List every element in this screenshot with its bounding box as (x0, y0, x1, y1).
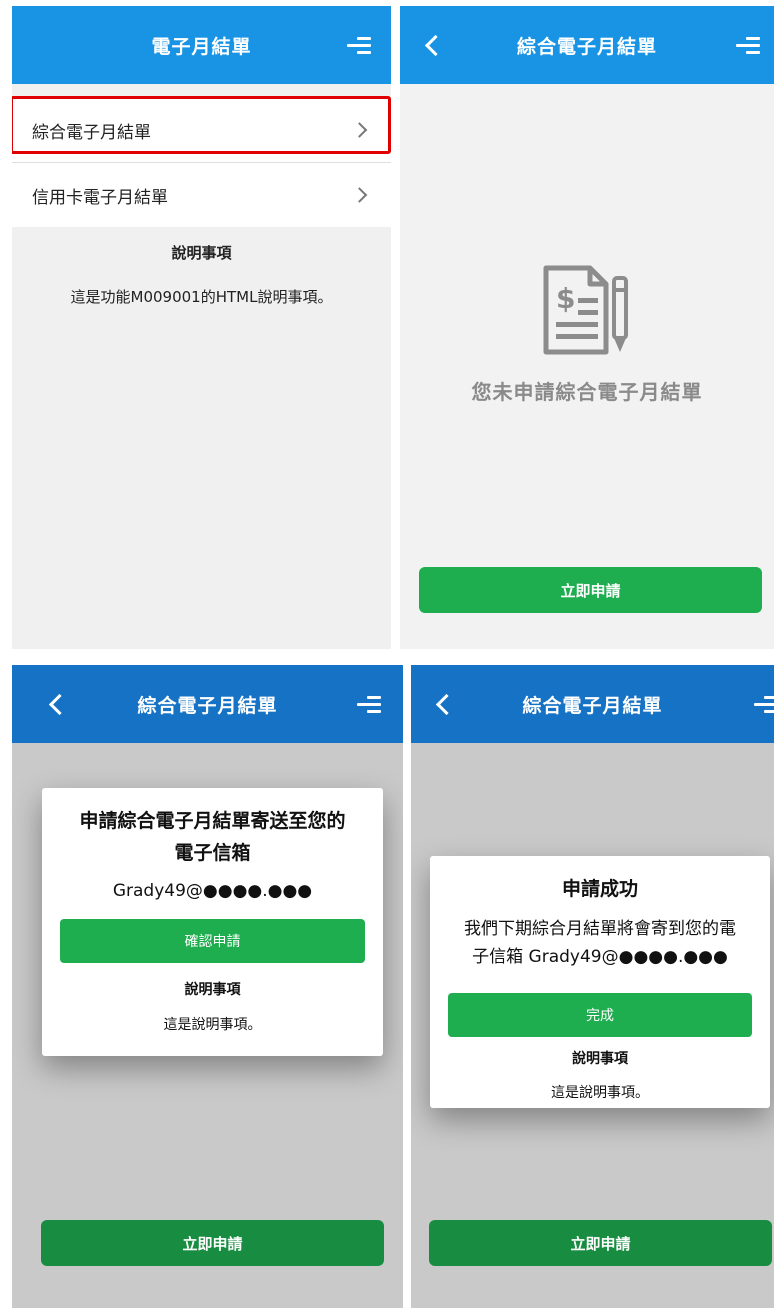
header-bar: 綜合電子月結單 (400, 6, 774, 84)
success-message-line1: 我們下期綜合月結單將會寄到您的電 (464, 919, 736, 939)
screen-statement-menu: 電子月結單 綜合電子月結單 信用卡電子月結單 說明事項 這是功能M009001的… (12, 6, 391, 649)
notes-title: 說明事項 (171, 244, 232, 262)
apply-now-button[interactable]: 立即申請 (419, 567, 762, 613)
apply-now-button[interactable]: 立即申請 (41, 1220, 384, 1266)
chevron-right-icon (351, 187, 368, 203)
menu-icon[interactable] (736, 35, 760, 55)
notes-text: 這是功能M009001的HTML說明事項。 (70, 288, 333, 306)
back-arrow-icon[interactable] (422, 32, 444, 58)
confirm-apply-button[interactable]: 確認申請 (60, 919, 365, 963)
confirm-dialog: 申請綜合電子月結單寄送至您的 電子信箱 Grady49@●●●●.●●● 確認申… (42, 788, 383, 1056)
dialog-title-line2: 電子信箱 (174, 842, 251, 864)
dialog-notes-title: 說明事項 (184, 982, 241, 998)
screen-confirm-dialog: 綜合電子月結單 申請綜合電子月結單寄送至您的 電子信箱 Grady49@●●●●… (12, 665, 403, 1308)
menu-icon[interactable] (357, 694, 381, 714)
dialog-notes-title: 說明事項 (572, 1051, 628, 1067)
list-item-credit-card-statement[interactable]: 信用卡電子月結單 (12, 163, 391, 227)
screen-empty-state: 綜合電子月結單 $ 您未申請綜合電子月結單 立即申請 (400, 6, 774, 649)
svg-text:$: $ (556, 282, 575, 315)
dialog-title-line1: 申請綜合電子月結單寄送至您的 (79, 810, 346, 832)
back-arrow-icon[interactable] (46, 691, 68, 717)
dialog-notes-text: 這是說明事項。 (551, 1085, 649, 1101)
done-button[interactable]: 完成 (448, 993, 752, 1037)
back-arrow-icon[interactable] (433, 691, 455, 717)
menu-icon[interactable] (754, 694, 774, 714)
selection-highlight (12, 96, 391, 154)
dialog-title: 申請成功 (561, 878, 638, 900)
header-bar: 綜合電子月結單 (411, 665, 774, 743)
page-title: 電子月結單 (151, 35, 252, 58)
dialog-notes-text: 這是說明事項。 (163, 1017, 262, 1033)
screen-success-dialog: 綜合電子月結單 申請成功 我們下期綜合月結單將會寄到您的電 子信箱 Grady4… (411, 665, 774, 1308)
page-title: 綜合電子月結單 (516, 35, 657, 58)
success-message-line2: 子信箱 Grady49@●●●●.●●● (472, 947, 728, 967)
success-dialog: 申請成功 我們下期綜合月結單將會寄到您的電 子信箱 Grady49@●●●●.●… (430, 856, 770, 1108)
menu-icon[interactable] (347, 35, 371, 55)
header-bar: 電子月結單 (12, 6, 391, 84)
empty-state-message: 您未申請綜合電子月結單 (471, 380, 703, 404)
email-address: Grady49@●●●●.●●● (112, 881, 313, 901)
header-bar: 綜合電子月結單 (12, 665, 403, 743)
page-title: 綜合電子月結單 (522, 694, 663, 717)
page-title: 綜合電子月結單 (137, 694, 278, 717)
list-item-label: 信用卡電子月結單 (32, 187, 168, 208)
bill-document-pen-icon: $ (543, 265, 628, 355)
apply-now-button[interactable]: 立即申請 (429, 1220, 772, 1266)
